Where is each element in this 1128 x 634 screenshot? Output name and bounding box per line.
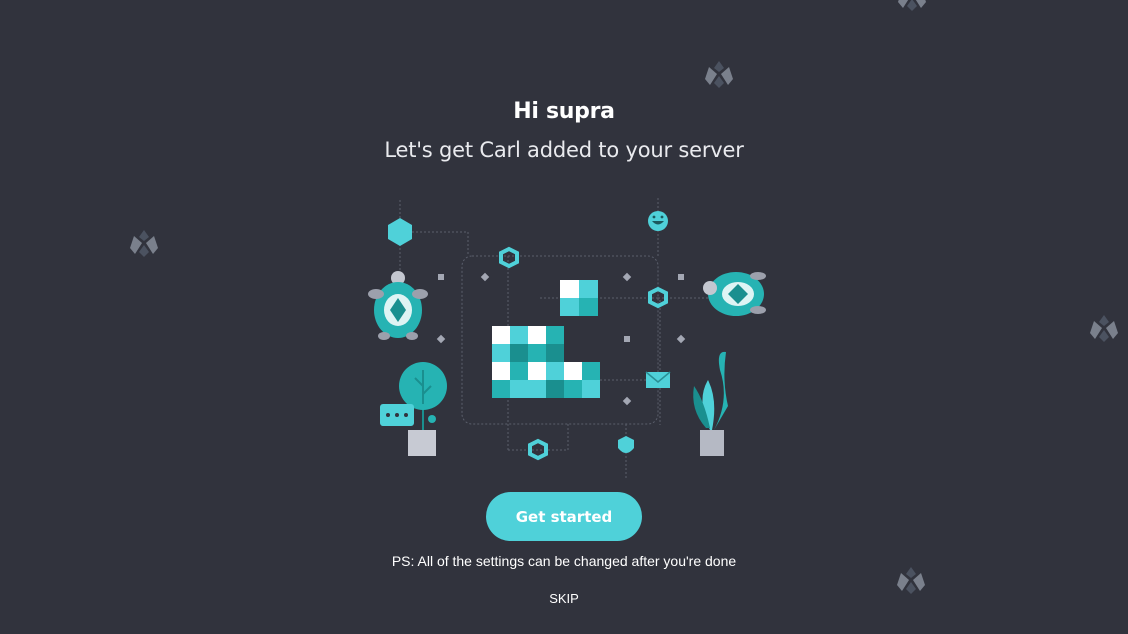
skip-link-row: SKIP [0, 591, 1128, 606]
carl-logo-icon [1090, 315, 1118, 342]
carl-logo-icon [705, 61, 733, 88]
subtitle: Let's get Carl added to your server [384, 138, 744, 162]
carl-logo-icon [130, 230, 158, 257]
carl-logo-icon [898, 0, 926, 11]
get-started-button[interactable]: Get started [486, 492, 642, 541]
onboarding-page: Hi supra Let's get Carl added to your se… [0, 0, 1128, 634]
greeting-heading: Hi supra [513, 99, 615, 124]
onboarding-illustration [368, 198, 766, 480]
skip-link[interactable]: SKIP [549, 591, 579, 606]
settings-note: PS: All of the settings can be changed a… [391, 553, 737, 569]
